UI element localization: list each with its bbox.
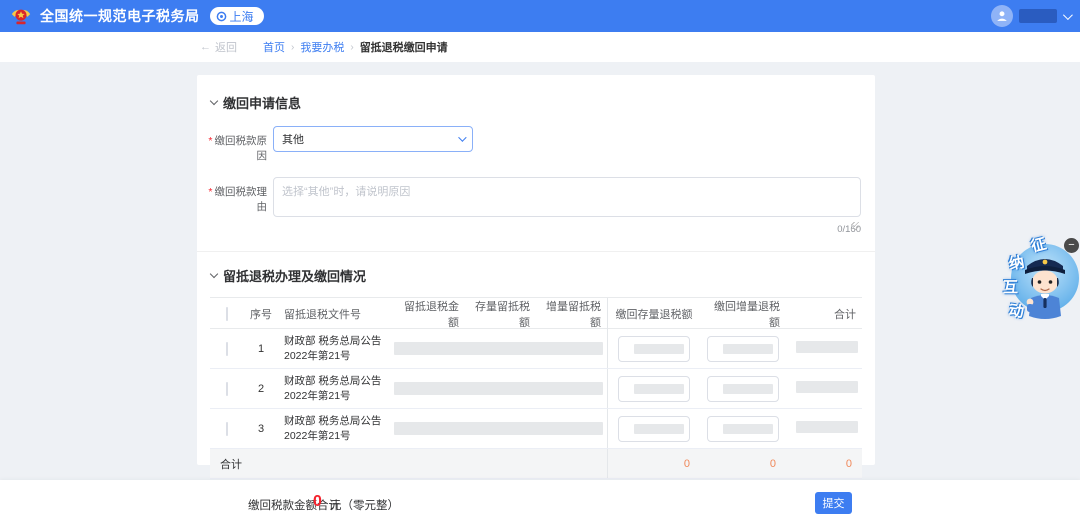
table-header-row: 序号 留抵退税文件号 留抵退税金额 存量留抵税额 增量留抵税额 缴回存量退税额 … — [210, 297, 862, 329]
col-header-repay-stock: 缴回存量退税额 — [607, 298, 700, 330]
username-redacted — [1019, 9, 1057, 23]
redacted-amounts — [394, 342, 603, 355]
select-chevron-down-icon — [458, 133, 466, 141]
back-arrow-icon: ← — [200, 41, 211, 53]
redacted-value — [723, 344, 773, 354]
user-avatar-icon[interactable] — [991, 5, 1013, 27]
section-header-application-info[interactable]: 缴回申请信息 — [197, 75, 875, 112]
row-document: 财政部 税务总局公告2022年第21号 — [278, 374, 390, 402]
assistant-char: 互 — [1003, 276, 1018, 297]
row-document: 财政部 税务总局公告2022年第21号 — [278, 334, 390, 362]
repay-incremental-input[interactable] — [707, 376, 779, 402]
row-checkbox[interactable] — [226, 422, 228, 436]
assistant-char: 动 — [1008, 299, 1026, 322]
breadcrumb-separator: › — [291, 42, 294, 53]
required-mark: * — [208, 135, 212, 147]
char-counter: 0/160 — [273, 224, 861, 235]
redacted-value — [723, 384, 773, 394]
col-header-document: 留抵退税文件号 — [278, 306, 390, 322]
top-bar: 全国统一规范电子税务局 上海 — [0, 0, 1080, 32]
redacted-total — [796, 381, 858, 393]
footer-bar: 缴回税款金额合计 0 元（零元整） 提交 — [0, 480, 1080, 527]
table-total-row: 合计 0 0 0 — [210, 449, 862, 479]
detail-label: *缴回税款理由 — [205, 177, 267, 214]
col-header-total: 合计 — [786, 306, 862, 322]
breadcrumb-current-page: 留抵退税缴回申请 — [360, 39, 448, 55]
redacted-value — [634, 344, 684, 354]
tax-bureau-logo-icon — [10, 5, 32, 27]
breadcrumb-home[interactable]: 首页 — [263, 39, 285, 55]
redacted-amounts — [394, 382, 603, 395]
assistant-widget[interactable]: 征 纳 互 动 − — [995, 232, 1080, 337]
col-header-repay-incremental: 缴回增量退税额 — [700, 298, 786, 330]
redacted-value — [634, 384, 684, 394]
back-button[interactable]: ← 返回 — [200, 39, 237, 55]
col-header-index: 序号 — [244, 306, 278, 322]
breadcrumb-separator: › — [350, 42, 353, 53]
footer-total-label: 缴回税款金额合计 — [248, 497, 340, 513]
col-header-stock-credit: 存量留抵税额 — [465, 298, 536, 330]
main-card: 缴回申请信息 *缴回税款原因 其他 *缴回税款理由 0/160 留抵退税办理及缴… — [197, 75, 875, 465]
total-repay-incremental: 0 — [700, 458, 786, 470]
sub-header: ← 返回 首页 › 我要办税 › 留抵退税缴回申请 — [0, 32, 1080, 62]
row-index: 2 — [244, 383, 278, 395]
row-checkbox[interactable] — [226, 342, 228, 356]
reason-detail-textarea[interactable] — [273, 177, 861, 217]
location-label: 上海 — [230, 8, 254, 25]
total-sum: 0 — [786, 458, 862, 470]
table-row: 3 财政部 税务总局公告2022年第21号 — [210, 409, 862, 449]
row-checkbox[interactable] — [226, 382, 228, 396]
required-mark: * — [208, 186, 212, 198]
location-badge[interactable]: 上海 — [210, 7, 264, 25]
breadcrumb: 首页 › 我要办税 › 留抵退税缴回申请 — [263, 39, 448, 55]
collapse-chevron-icon — [210, 97, 218, 105]
repay-stock-input[interactable] — [618, 416, 690, 442]
total-repay-stock: 0 — [607, 449, 700, 478]
reason-label: *缴回税款原因 — [205, 126, 267, 163]
detail-form-row: *缴回税款理由 0/160 — [205, 177, 861, 235]
table-row: 1 财政部 税务总局公告2022年第21号 — [210, 329, 862, 369]
repay-stock-input[interactable] — [618, 336, 690, 362]
redacted-total — [796, 341, 858, 353]
footer-total-value: 0 — [313, 493, 322, 511]
row-index: 3 — [244, 423, 278, 435]
minimize-assistant-button[interactable]: − — [1064, 238, 1079, 253]
repay-stock-input[interactable] — [618, 376, 690, 402]
repay-incremental-input[interactable] — [707, 336, 779, 362]
redacted-total — [796, 421, 858, 433]
table-row: 2 财政部 税务总局公告2022年第21号 — [210, 369, 862, 409]
footer-total-unit: 元（零元整） — [330, 497, 399, 513]
repay-incremental-input[interactable] — [707, 416, 779, 442]
location-pin-icon — [216, 11, 227, 22]
row-index: 1 — [244, 343, 278, 355]
col-header-incremental-credit: 增量留抵税额 — [536, 298, 607, 330]
redacted-amounts — [394, 422, 603, 435]
section-header-refund-status[interactable]: 留抵退税办理及缴回情况 — [197, 252, 875, 285]
col-header-refund-amount: 留抵退税金额 — [390, 298, 465, 330]
section-title: 留抵退税办理及缴回情况 — [223, 266, 366, 285]
redacted-value — [634, 424, 684, 434]
back-label: 返回 — [215, 39, 237, 55]
user-menu-chevron-down-icon[interactable] — [1063, 10, 1073, 20]
app-title: 全国统一规范电子税务局 — [40, 6, 200, 26]
reason-select-value: 其他 — [282, 131, 458, 147]
breadcrumb-tax-services[interactable]: 我要办税 — [300, 39, 344, 55]
submit-button[interactable]: 提交 — [815, 492, 852, 514]
redacted-value — [723, 424, 773, 434]
section-title: 缴回申请信息 — [223, 93, 301, 112]
collapse-chevron-icon — [210, 270, 218, 278]
reason-select[interactable]: 其他 — [273, 126, 473, 152]
row-document: 财政部 税务总局公告2022年第21号 — [278, 414, 390, 442]
select-all-checkbox[interactable] — [226, 307, 228, 321]
refund-table: 序号 留抵退税文件号 留抵退税金额 存量留抵税额 增量留抵税额 缴回存量退税额 … — [210, 297, 862, 490]
total-row-label: 合计 — [210, 456, 390, 472]
reason-form-row: *缴回税款原因 其他 — [205, 126, 861, 163]
